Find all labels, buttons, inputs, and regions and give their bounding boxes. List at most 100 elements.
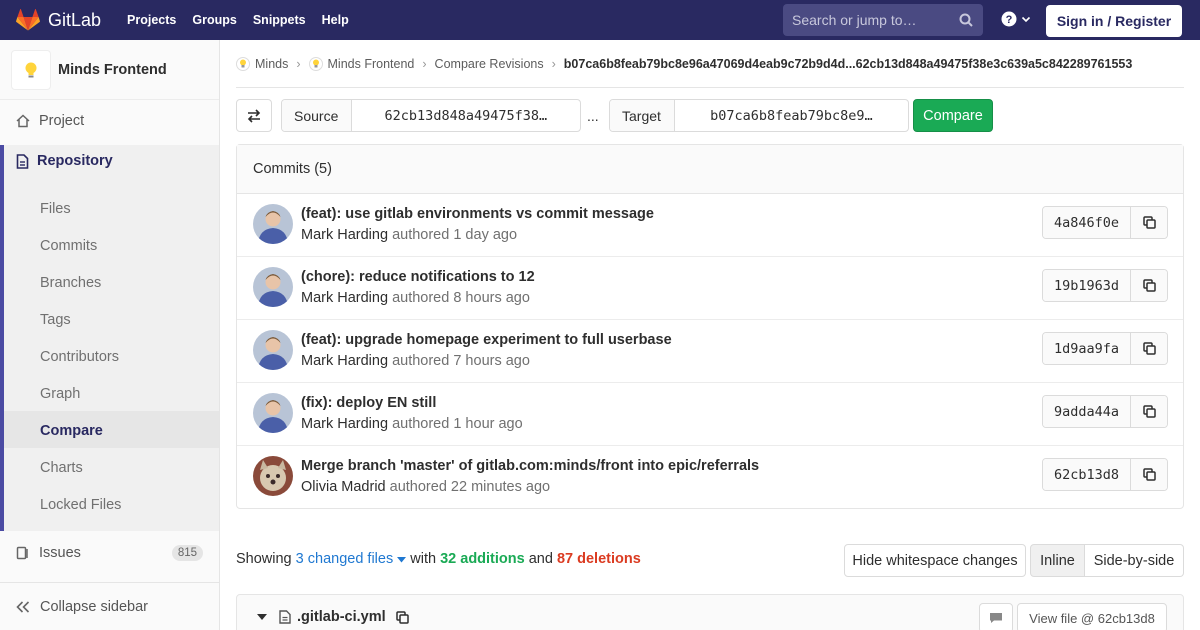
sidebar-subitem-tags[interactable]: Tags (40, 312, 71, 328)
nav-groups-link[interactable]: Groups (192, 13, 236, 27)
search-input[interactable]: Search or jump to… (783, 4, 983, 36)
inline-view-button[interactable]: Inline (1030, 544, 1085, 577)
sidebar-subitem-compare[interactable]: Compare (40, 423, 103, 439)
commit-title-link[interactable]: (fix): deploy EN still (301, 395, 436, 411)
author-avatar[interactable] (253, 393, 293, 433)
sidebar-item-repository[interactable]: Repository (16, 153, 113, 169)
author-avatar[interactable] (253, 456, 293, 496)
sidebar-repository-section: Repository Files Commits Branches Tags C… (0, 145, 219, 531)
sidebar-subitem-contributors[interactable]: Contributors (40, 349, 119, 365)
double-chevron-left-icon (16, 600, 30, 613)
sign-in-button[interactable]: Sign in / Register (1046, 5, 1182, 37)
copy-path-icon[interactable] (395, 610, 409, 624)
commit-row: (feat): use gitlab environments vs commi… (237, 194, 1183, 257)
target-revision-dropdown[interactable]: b07ca6b8feab79bc8e9… (675, 100, 908, 131)
chevron-down-icon (1021, 16, 1031, 23)
copy-sha-button[interactable] (1131, 333, 1167, 364)
commit-meta: Mark Harding authored 7 hours ago (301, 353, 530, 369)
commit-meta: Mark Harding authored 1 hour ago (301, 416, 523, 432)
stats-and: and (528, 551, 553, 567)
search-placeholder: Search or jump to… (792, 12, 917, 28)
commit-sha-group: 62cb13d8 (1042, 458, 1168, 491)
project-avatar (11, 49, 51, 90)
commit-title-link[interactable]: (feat): use gitlab environments vs commi… (301, 206, 654, 222)
nav-snippets-link[interactable]: Snippets (253, 13, 306, 27)
commit-meta: Mark Harding authored 8 hours ago (301, 290, 530, 306)
commit-sha-link[interactable]: 19b1963d (1043, 270, 1131, 301)
lightbulb-icon (25, 62, 37, 77)
help-dropdown[interactable]: ? (1001, 11, 1031, 27)
sidebar-item-project[interactable]: Project (0, 103, 219, 139)
additions-count: 32 additions (440, 551, 525, 567)
commit-author-link[interactable]: Mark Harding (301, 353, 388, 369)
breadcrumb-minds[interactable]: Minds (255, 57, 288, 71)
breadcrumb-minds-frontend[interactable]: Minds Frontend (328, 57, 415, 71)
commit-author-link[interactable]: Olivia Madrid (301, 479, 386, 495)
project-name: Minds Frontend (58, 61, 167, 78)
toggle-comments-button[interactable] (979, 603, 1013, 630)
source-revision-dropdown[interactable]: 62cb13d848a49475f38… (352, 100, 580, 131)
sidebar: Minds Frontend Project Repository Files … (0, 40, 220, 630)
sidebar-subitem-graph[interactable]: Graph (40, 386, 80, 402)
gitlab-logo[interactable]: GitLab (16, 9, 101, 31)
target-label: Target (610, 100, 675, 131)
collapse-file-caret-icon[interactable] (257, 613, 267, 621)
author-avatar[interactable] (253, 267, 293, 307)
sidebar-item-issues[interactable]: Issues 815 (0, 535, 219, 571)
breadcrumb-compare-revisions[interactable]: Compare Revisions (435, 57, 544, 71)
sidebar-subitem-locked-files[interactable]: Locked Files (40, 497, 121, 513)
collapse-sidebar-button[interactable]: Collapse sidebar (0, 582, 219, 630)
sidebar-subitem-branches[interactable]: Branches (40, 275, 101, 291)
sidebar-subitem-commits[interactable]: Commits (40, 238, 97, 254)
diff-file-header: .gitlab-ci.yml View file @ 62cb13d8 (236, 594, 1184, 630)
breadcrumb-current[interactable]: b07ca6b8feab79bc8e96a47069d4eab9c72b9d4d… (564, 57, 1133, 71)
nav-projects-link[interactable]: Projects (127, 13, 176, 27)
revision-separator: ... (587, 108, 599, 124)
hide-whitespace-button[interactable]: Hide whitespace changes (844, 544, 1026, 577)
swap-revisions-button[interactable] (236, 99, 272, 132)
copy-sha-button[interactable] (1131, 459, 1167, 490)
commit-author-link[interactable]: Mark Harding (301, 227, 388, 243)
commit-sha-link[interactable]: 4a846f0e (1043, 207, 1131, 238)
sidebar-project-header[interactable]: Minds Frontend (0, 40, 219, 100)
commit-title-link[interactable]: (feat): upgrade homepage experiment to f… (301, 332, 672, 348)
commit-author-link[interactable]: Mark Harding (301, 416, 388, 432)
copy-sha-button[interactable] (1131, 270, 1167, 301)
copy-sha-button[interactable] (1131, 396, 1167, 427)
compare-button[interactable]: Compare (913, 99, 993, 132)
question-icon: ? (1001, 11, 1017, 27)
collapse-label: Collapse sidebar (40, 598, 149, 615)
commit-row: (chore): reduce notifications to 12 Mark… (237, 257, 1183, 320)
commit-author-link[interactable]: Mark Harding (301, 290, 388, 306)
commit-row: (fix): deploy EN still Mark Harding auth… (237, 383, 1183, 446)
author-avatar[interactable] (253, 204, 293, 244)
issues-count-badge: 815 (171, 545, 203, 561)
source-revision-group: Source 62cb13d848a49475f38… (281, 99, 581, 132)
commit-row: Merge branch 'master' of gitlab.com:mind… (237, 446, 1183, 509)
commit-sha-link[interactable]: 1d9aa9fa (1043, 333, 1131, 364)
author-avatar[interactable] (253, 330, 293, 370)
view-file-button[interactable]: View file @ 62cb13d8 (1017, 603, 1167, 630)
changed-files-dropdown[interactable]: 3 changed files (296, 551, 407, 567)
diff-file-name[interactable]: .gitlab-ci.yml (297, 609, 386, 625)
sidebar-subitem-files[interactable]: Files (40, 201, 71, 217)
commit-time: 1 hour ago (453, 416, 523, 432)
commit-title-link[interactable]: (chore): reduce notifications to 12 (301, 269, 535, 285)
sidebar-item-label: Repository (37, 153, 113, 169)
nav-help-link[interactable]: Help (322, 13, 349, 27)
commit-sha-group: 4a846f0e (1042, 206, 1168, 239)
commit-title-link[interactable]: Merge branch 'master' of gitlab.com:mind… (301, 458, 759, 474)
copy-sha-button[interactable] (1131, 207, 1167, 238)
copy-icon (1142, 468, 1156, 481)
commit-sha-link[interactable]: 62cb13d8 (1043, 459, 1131, 490)
source-label: Source (282, 100, 352, 131)
sidebar-subitem-charts[interactable]: Charts (40, 460, 83, 476)
nav-links: Projects Groups Snippets Help (127, 13, 365, 27)
copy-icon (1142, 216, 1156, 229)
copy-icon (1142, 405, 1156, 418)
issues-icon (16, 546, 32, 560)
side-by-side-view-button[interactable]: Side-by-side (1085, 544, 1184, 577)
commit-sha-link[interactable]: 9adda44a (1043, 396, 1131, 427)
commit-row: (feat): upgrade homepage experiment to f… (237, 320, 1183, 383)
sidebar-item-label: Issues (39, 545, 81, 561)
